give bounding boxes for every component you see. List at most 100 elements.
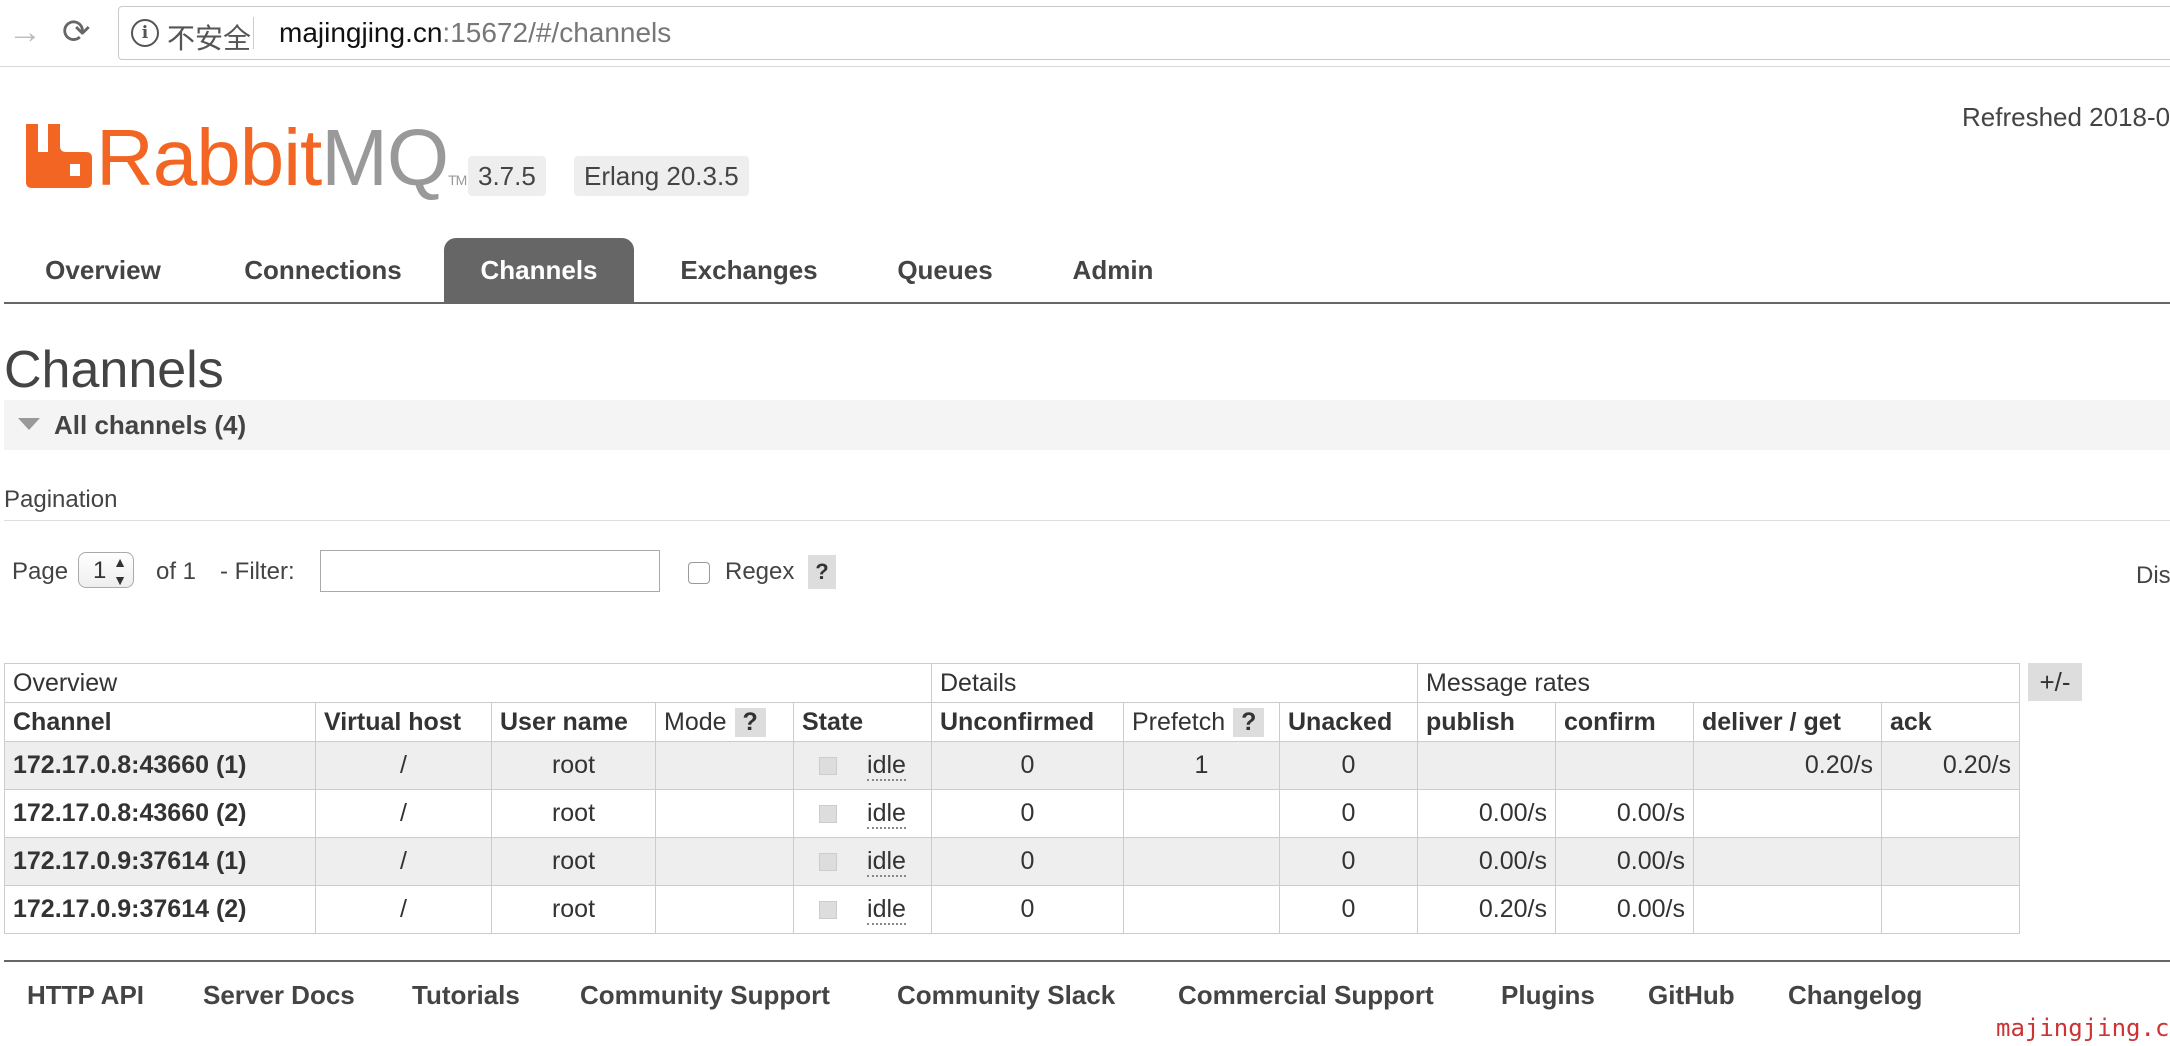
unconfirmed-cell: 0 bbox=[931, 885, 1124, 934]
ack-cell bbox=[1881, 837, 2020, 886]
column-toggle-button[interactable]: +/- bbox=[2028, 663, 2082, 701]
footer-link-http-api[interactable]: HTTP API bbox=[27, 980, 144, 1011]
main-tabs: Overview Connections Channels Exchanges … bbox=[4, 238, 2170, 304]
group-details: Details bbox=[931, 663, 1418, 703]
footer-link-server-docs[interactable]: Server Docs bbox=[203, 980, 355, 1011]
security-label[interactable]: 不安全 bbox=[167, 17, 251, 57]
state-cell: idle bbox=[793, 885, 932, 934]
regex-checkbox[interactable] bbox=[688, 562, 710, 584]
state-cell: idle bbox=[793, 837, 932, 886]
ack-cell bbox=[1881, 885, 2020, 934]
unacked-cell: 0 bbox=[1279, 789, 1418, 838]
collapse-triangle-icon bbox=[18, 418, 40, 430]
footer-link-community-slack[interactable]: Community Slack bbox=[897, 980, 1115, 1011]
publish-cell: 0.20/s bbox=[1417, 885, 1556, 934]
filter-label: - Filter: bbox=[220, 558, 295, 585]
logo-wordmark: RabbitMQTM bbox=[96, 113, 467, 202]
confirm-cell: 0.00/s bbox=[1555, 789, 1694, 838]
tab-admin[interactable]: Admin bbox=[1048, 238, 1178, 302]
deliver-get-cell bbox=[1693, 885, 1882, 934]
col-prefetch[interactable]: Prefetch? bbox=[1123, 702, 1280, 742]
state-indicator-icon bbox=[819, 805, 838, 824]
tab-queues[interactable]: Queues bbox=[872, 238, 1018, 302]
state-cell: idle bbox=[793, 789, 932, 838]
address-bar[interactable]: i 不安全 majingjing.cn:15672/#/channels bbox=[118, 6, 2170, 60]
col-state[interactable]: State bbox=[793, 702, 932, 742]
erlang-version-badge: Erlang 20.3.5 bbox=[574, 156, 749, 196]
display-options-label[interactable]: Dis bbox=[2136, 562, 2170, 590]
footer-link-tutorials[interactable]: Tutorials bbox=[412, 980, 520, 1011]
tab-channels[interactable]: Channels bbox=[444, 238, 634, 302]
col-user-name[interactable]: User name bbox=[491, 702, 656, 742]
state-indicator-icon bbox=[819, 853, 838, 872]
group-message-rates: Message rates bbox=[1417, 663, 2020, 703]
footer-link-plugins[interactable]: Plugins bbox=[1501, 980, 1595, 1011]
deliver-get-cell: 0.20/s bbox=[1693, 741, 1882, 790]
vhost-cell: / bbox=[315, 885, 492, 934]
watermark: majingjing.cn bbox=[1996, 1014, 2170, 1042]
user-cell: root bbox=[491, 837, 656, 886]
section-title: All channels (4) bbox=[54, 410, 247, 440]
regex-label: Regex bbox=[725, 558, 795, 585]
mode-cell bbox=[655, 789, 794, 838]
confirm-cell: 0.00/s bbox=[1555, 837, 1694, 886]
col-confirm[interactable]: confirm bbox=[1555, 702, 1694, 742]
table-row: 172.17.0.9:37614 (2) / root idle 0 0 0.2… bbox=[4, 885, 2020, 934]
info-icon[interactable]: i bbox=[131, 19, 159, 47]
col-mode[interactable]: Mode? bbox=[655, 702, 794, 742]
all-channels-section-toggle[interactable]: All channels (4) bbox=[4, 400, 2170, 450]
mode-help-button[interactable]: ? bbox=[734, 707, 766, 737]
unacked-cell: 0 bbox=[1279, 837, 1418, 886]
channel-link[interactable]: 172.17.0.9:37614 (1) bbox=[4, 837, 316, 886]
tab-overview[interactable]: Overview bbox=[18, 238, 188, 302]
vhost-cell: / bbox=[315, 837, 492, 886]
prefetch-help-button[interactable]: ? bbox=[1233, 707, 1265, 737]
publish-cell: 0.00/s bbox=[1417, 789, 1556, 838]
tab-connections[interactable]: Connections bbox=[218, 238, 428, 302]
state-indicator-icon bbox=[819, 757, 838, 776]
col-ack[interactable]: ack bbox=[1881, 702, 2020, 742]
page-select[interactable]: 1 ▲ ▼ bbox=[78, 552, 134, 588]
deliver-get-cell bbox=[1693, 837, 1882, 886]
mode-cell bbox=[655, 837, 794, 886]
col-unconfirmed[interactable]: Unconfirmed bbox=[931, 702, 1124, 742]
state-cell: idle bbox=[793, 741, 932, 790]
select-arrows-icon: ▲ ▼ bbox=[113, 554, 127, 588]
col-virtual-host[interactable]: Virtual host bbox=[315, 702, 492, 742]
deliver-get-cell bbox=[1693, 789, 1882, 838]
regex-help-button[interactable]: ? bbox=[808, 555, 836, 589]
col-channel[interactable]: Channel bbox=[4, 702, 316, 742]
tab-exchanges[interactable]: Exchanges bbox=[656, 238, 842, 302]
footer-link-changelog[interactable]: Changelog bbox=[1788, 980, 1922, 1011]
footer-link-commercial-support[interactable]: Commercial Support bbox=[1178, 980, 1434, 1011]
prefetch-cell: 1 bbox=[1123, 741, 1280, 790]
table-row: 172.17.0.9:37614 (1) / root idle 0 0 0.0… bbox=[4, 837, 2020, 886]
prefetch-cell bbox=[1123, 789, 1280, 838]
pagination-label: Pagination bbox=[4, 486, 118, 513]
vhost-cell: / bbox=[315, 789, 492, 838]
prefetch-cell bbox=[1123, 837, 1280, 886]
channel-link[interactable]: 172.17.0.9:37614 (2) bbox=[4, 885, 316, 934]
group-overview: Overview bbox=[4, 663, 932, 703]
col-publish[interactable]: publish bbox=[1417, 702, 1556, 742]
back-arrow-icon[interactable]: → bbox=[8, 10, 42, 54]
filter-input[interactable] bbox=[320, 550, 660, 592]
ack-cell bbox=[1881, 789, 2020, 838]
col-deliver-get[interactable]: deliver / get bbox=[1693, 702, 1882, 742]
url-text[interactable]: majingjing.cn:15672/#/channels bbox=[279, 17, 671, 49]
footer-divider bbox=[4, 960, 2170, 962]
user-cell: root bbox=[491, 741, 656, 790]
unconfirmed-cell: 0 bbox=[931, 837, 1124, 886]
ack-cell: 0.20/s bbox=[1881, 741, 2020, 790]
col-unacked[interactable]: Unacked bbox=[1279, 702, 1418, 742]
page-title: Channels bbox=[4, 341, 224, 399]
user-cell: root bbox=[491, 885, 656, 934]
reload-icon[interactable]: ⟳ bbox=[62, 10, 91, 54]
footer-link-community-support[interactable]: Community Support bbox=[580, 980, 830, 1011]
footer-link-github[interactable]: GitHub bbox=[1648, 980, 1735, 1011]
unacked-cell: 0 bbox=[1279, 741, 1418, 790]
user-cell: root bbox=[491, 789, 656, 838]
channel-link[interactable]: 172.17.0.8:43660 (1) bbox=[4, 741, 316, 790]
channel-link[interactable]: 172.17.0.8:43660 (2) bbox=[4, 789, 316, 838]
confirm-cell: 0.00/s bbox=[1555, 885, 1694, 934]
